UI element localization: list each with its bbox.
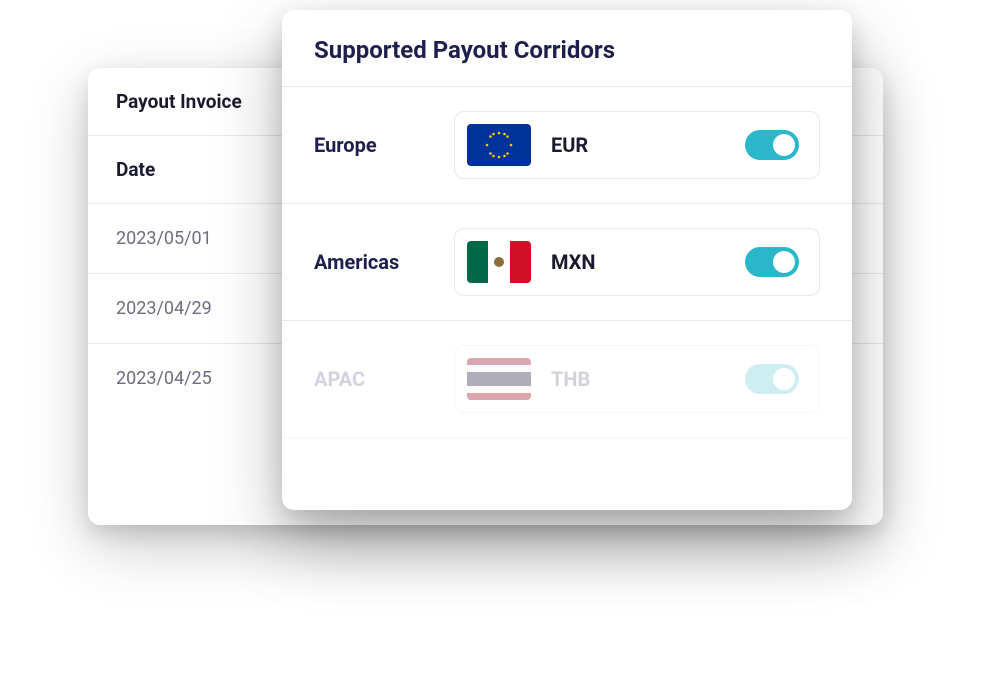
corridor-row-americas: Americas MXN bbox=[282, 204, 852, 321]
corridor-toggle[interactable] bbox=[745, 364, 799, 394]
region-label: Americas bbox=[314, 250, 454, 274]
corridor-toggle[interactable] bbox=[745, 130, 799, 160]
thailand-flag-icon bbox=[467, 358, 531, 400]
region-label: APAC bbox=[314, 367, 454, 391]
region-label: Europe bbox=[314, 133, 454, 157]
currency-box: MXN bbox=[454, 228, 820, 296]
corridors-header: Supported Payout Corridors bbox=[282, 10, 852, 87]
corridor-row-apac: APAC THB bbox=[282, 321, 852, 438]
mexico-flag-icon bbox=[467, 241, 531, 283]
payout-corridors-card: Supported Payout Corridors Europe EUR bbox=[282, 10, 852, 510]
corridors-title: Supported Payout Corridors bbox=[314, 36, 820, 64]
currency-code: EUR bbox=[551, 133, 725, 157]
currency-code: MXN bbox=[551, 250, 725, 274]
currency-box: EUR bbox=[454, 111, 820, 179]
currency-box: THB bbox=[454, 345, 820, 413]
corridor-toggle[interactable] bbox=[745, 247, 799, 277]
eu-flag-icon bbox=[467, 124, 531, 166]
corridor-row-europe: Europe EUR bbox=[282, 87, 852, 204]
currency-code: THB bbox=[551, 367, 725, 391]
